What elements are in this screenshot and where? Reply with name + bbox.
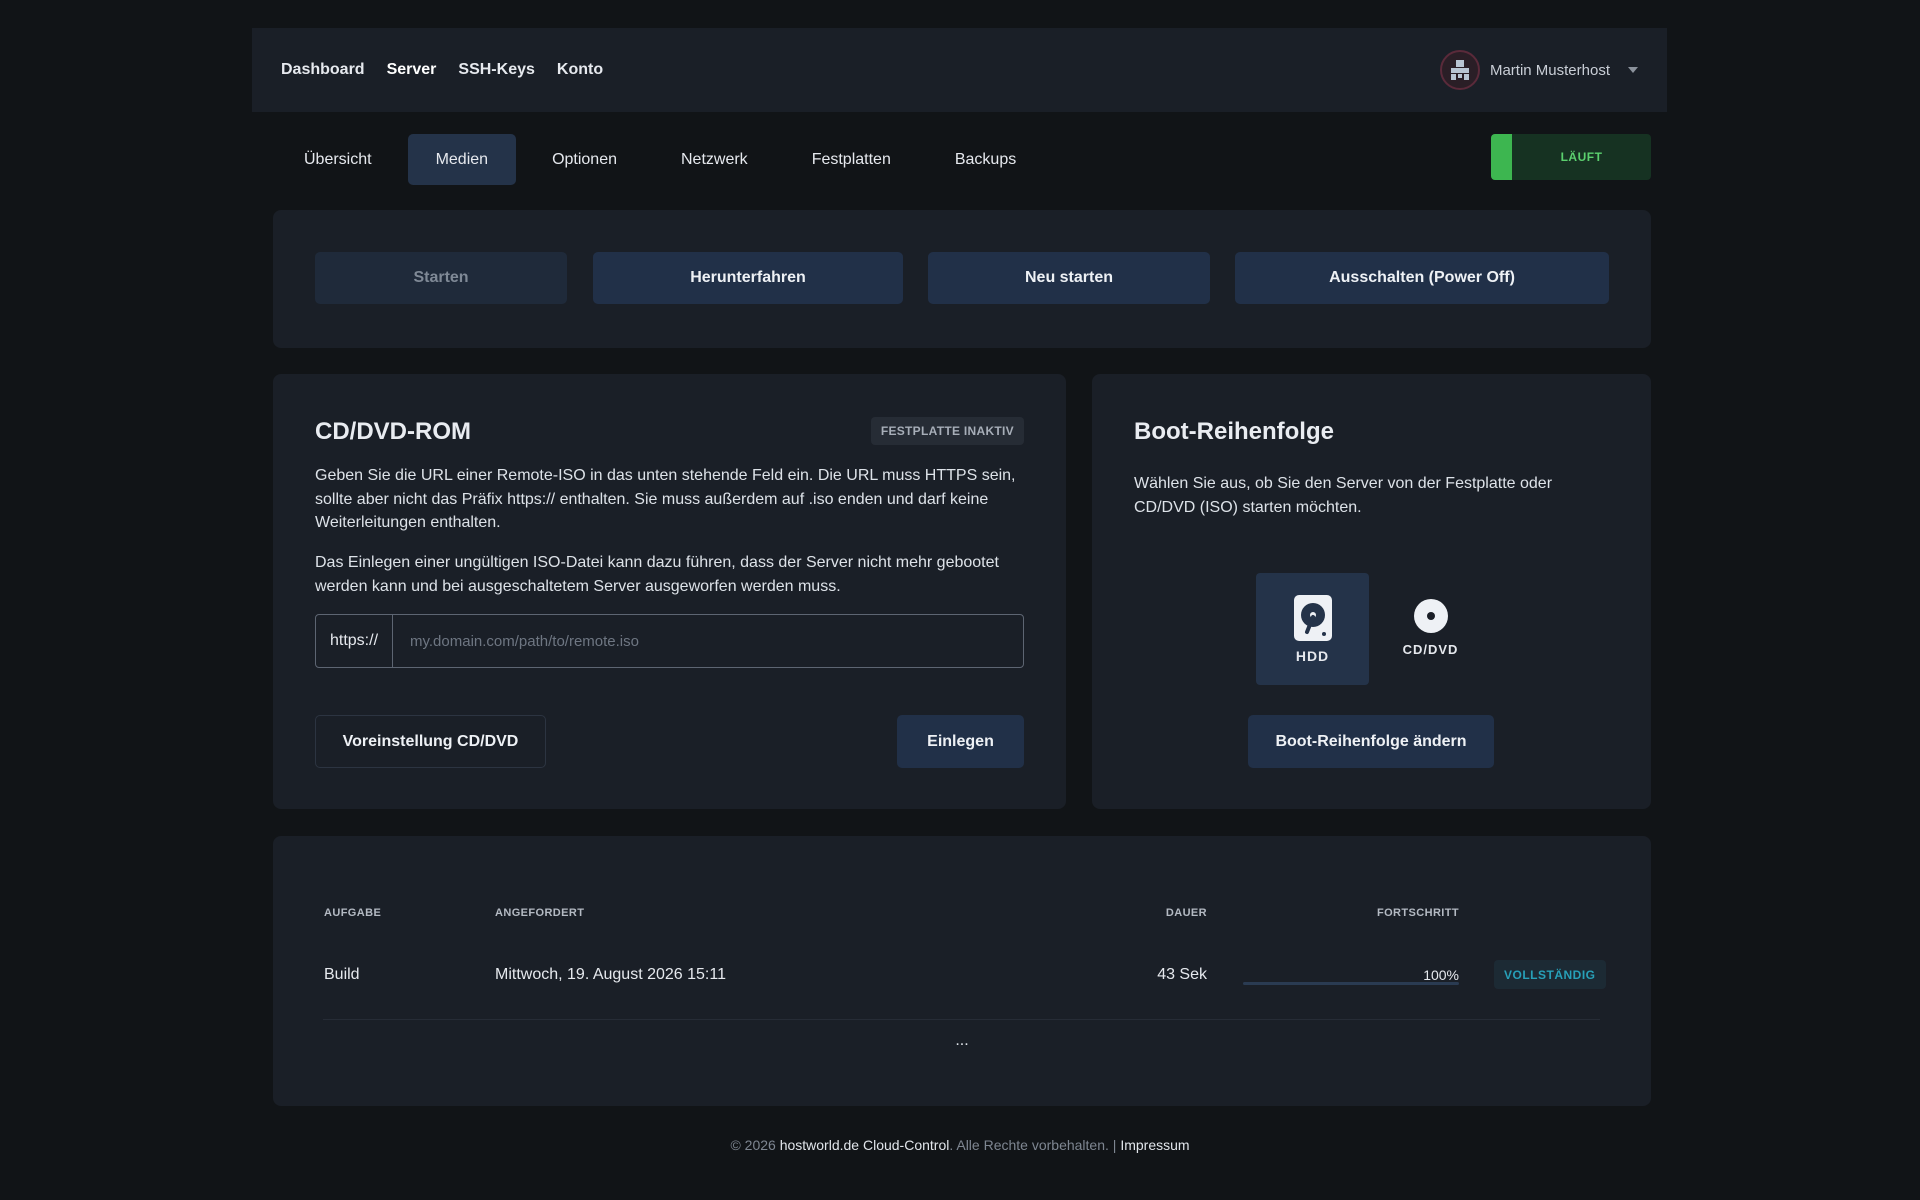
hard-drive-icon	[1293, 595, 1332, 641]
task-progress-fill	[1243, 982, 1459, 985]
poweroff-button[interactable]: Ausschalten (Power Off)	[1235, 252, 1609, 304]
task-duration: 43 Sek	[1157, 966, 1207, 983]
server-tabs: Übersicht Medien Optionen Netzwerk Festp…	[276, 134, 1044, 185]
col-header-duration: DAUER	[1165, 907, 1207, 919]
tab-optionen[interactable]: Optionen	[524, 134, 645, 185]
iso-url-group: https://	[315, 614, 1024, 668]
row-divider	[323, 1019, 1600, 1020]
footer-rights: . Alle Rechte vorbehalten. |	[949, 1137, 1117, 1153]
tab-netzwerk[interactable]: Netzwerk	[653, 134, 776, 185]
disk-inactive-badge: FESTPLATTE INAKTIV	[870, 417, 1024, 445]
tab-uebersicht[interactable]: Übersicht	[276, 134, 400, 185]
cdrom-panel: CD/DVD-ROM FESTPLATTE INAKTIV Geben Sie …	[273, 374, 1066, 809]
status-label: LÄUFT	[1560, 150, 1603, 164]
shutdown-button[interactable]: Herunterfahren	[593, 252, 903, 304]
status-badge: LÄUFT	[1491, 134, 1651, 180]
footer-impressum-link[interactable]: Impressum	[1120, 1137, 1189, 1153]
top-navbar: Dashboard Server SSH-Keys Konto Martin M…	[252, 28, 1667, 112]
task-status-badge: VOLLSTÄNDIG	[1494, 960, 1606, 989]
boot-option-cd[interactable]: CD/DVD	[1374, 571, 1487, 683]
user-menu[interactable]: Martin Musterhost	[1439, 50, 1638, 90]
avatar-identicon-icon	[1450, 60, 1469, 80]
main-nav: Dashboard Server SSH-Keys Konto	[281, 53, 603, 87]
tab-medien[interactable]: Medien	[407, 134, 517, 185]
footer-brand: hostworld.de Cloud-Control	[779, 1137, 950, 1153]
tab-festplatten[interactable]: Festplatten	[784, 134, 919, 185]
task-name: Build	[324, 966, 360, 983]
cdrom-warning: Das Einlegen einer ungültigen ISO-Datei …	[315, 554, 999, 595]
task-list-panel: AUFGABE ANGEFORDERT DAUER FORTSCHRITT Bu…	[273, 836, 1651, 1106]
show-more-link[interactable]: ...	[273, 1032, 1651, 1050]
nav-server[interactable]: Server	[387, 53, 437, 87]
footer-copyright: © 2026	[730, 1137, 776, 1153]
boot-option-hdd-label: HDD	[1295, 648, 1330, 664]
chevron-down-icon	[1628, 67, 1638, 73]
boot-option-hdd[interactable]: HDD	[1256, 573, 1369, 685]
cdrom-title: CD/DVD-ROM	[315, 418, 471, 445]
nav-ssh-keys[interactable]: SSH-Keys	[458, 53, 534, 87]
preset-cd-button[interactable]: Voreinstellung CD/DVD	[315, 715, 546, 768]
disc-icon	[1413, 598, 1448, 633]
status-indicator	[1491, 134, 1512, 180]
nav-dashboard[interactable]: Dashboard	[281, 53, 365, 87]
tab-backups[interactable]: Backups	[927, 134, 1044, 185]
boot-description: Wählen Sie aus, ob Sie den Server von de…	[1134, 475, 1553, 516]
user-name: Martin Musterhost	[1489, 61, 1610, 79]
change-boot-order-button[interactable]: Boot-Reihenfolge ändern	[1248, 715, 1494, 768]
url-prefix: https://	[316, 615, 393, 667]
task-progress-bar	[1243, 982, 1459, 985]
cdrom-instructions: Geben Sie die URL einer Remote-ISO in da…	[315, 467, 1016, 531]
task-requested: Mittwoch, 19. August 2026 15:11	[495, 966, 726, 983]
footer: © 2026 hostworld.de Cloud-Control. Alle …	[0, 1137, 1920, 1153]
boot-order-panel: Boot-Reihenfolge Wählen Sie aus, ob Sie …	[1092, 374, 1651, 809]
insert-button[interactable]: Einlegen	[897, 715, 1024, 768]
col-header-progress: FORTSCHRITT	[1376, 907, 1459, 919]
restart-button[interactable]: Neu starten	[928, 252, 1210, 304]
iso-url-input[interactable]	[393, 615, 1023, 667]
nav-konto[interactable]: Konto	[557, 53, 603, 87]
avatar	[1439, 50, 1480, 90]
col-header-requested: ANGEFORDERT	[495, 907, 585, 919]
task-progress-label: 100%	[1423, 967, 1459, 983]
boot-title: Boot-Reihenfolge	[1134, 418, 1334, 445]
boot-option-cd-label: CD/DVD	[1402, 641, 1459, 657]
power-actions-panel: Starten Herunterfahren Neu starten Aussc…	[273, 210, 1651, 348]
col-header-task: AUFGABE	[324, 907, 382, 919]
start-button[interactable]: Starten	[315, 252, 567, 304]
